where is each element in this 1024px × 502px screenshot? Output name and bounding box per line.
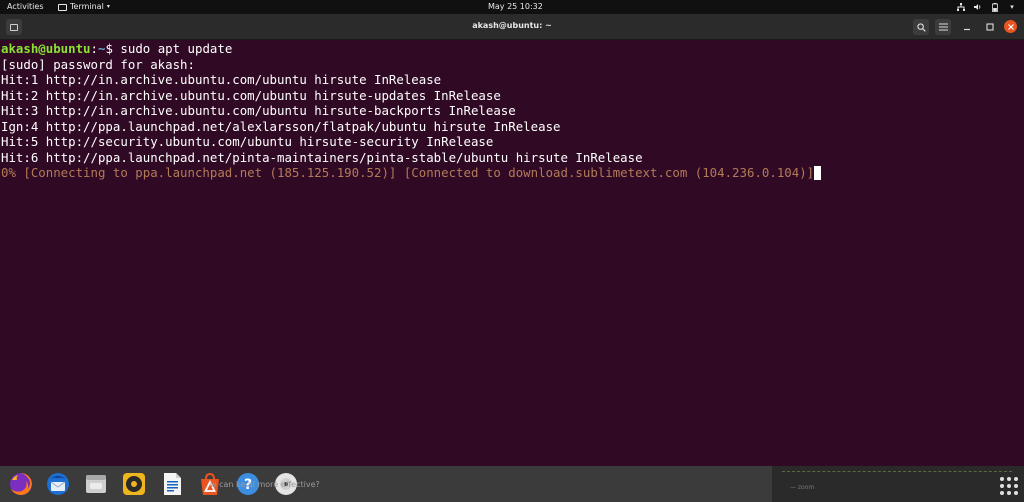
minimize-button[interactable] — [959, 19, 975, 35]
output-line: Ign:4 http://ppa.launchpad.net/alexlarss… — [1, 118, 561, 134]
libreoffice-writer-icon[interactable] — [159, 471, 185, 497]
grid-dot — [1014, 477, 1018, 481]
close-button[interactable] — [1004, 20, 1017, 33]
dock-preview-area: — zoom — [772, 466, 1024, 502]
show-applications-button[interactable] — [996, 473, 1018, 495]
files-icon[interactable] — [83, 471, 109, 497]
window-title: akash@ubuntu: ~ — [472, 21, 552, 30]
minimize-icon — [964, 28, 970, 31]
search-icon — [916, 22, 926, 32]
output-line: Hit:6 http://ppa.launchpad.net/pinta-mai… — [1, 149, 643, 165]
search-button[interactable] — [913, 19, 929, 35]
thunderbird-icon[interactable] — [45, 471, 71, 497]
clock[interactable]: May 25 10:32 — [488, 2, 543, 12]
close-icon — [1007, 23, 1014, 30]
hamburger-icon — [938, 23, 948, 31]
rhythmbox-icon[interactable] — [121, 471, 147, 497]
output-line: [sudo] password for akash: — [1, 56, 195, 72]
network-icon[interactable] — [957, 3, 965, 11]
prompt-user-host: akash@ubuntu — [1, 41, 91, 56]
maximize-button[interactable] — [982, 19, 998, 35]
app-menu-label: Terminal — [70, 2, 104, 11]
grid-dot — [1000, 477, 1004, 481]
output-line: Hit:2 http://in.archive.ubuntu.com/ubunt… — [1, 87, 501, 103]
dock: ? w can ke al more effective? — zoom — [0, 466, 1024, 502]
chevron-down-icon: ▾ — [106, 3, 110, 10]
maximize-icon — [986, 23, 994, 31]
grid-dot — [1007, 477, 1011, 481]
prompt-separator: : — [90, 41, 98, 56]
volume-icon[interactable] — [974, 3, 982, 11]
terminal-icon — [58, 3, 67, 11]
prompt-command: sudo apt update — [112, 41, 233, 56]
top-bar: Activities Terminal ▾ May 25 10:32 ▾ — [0, 0, 1024, 14]
prompt-line: akash@ubuntu:~$ sudo apt update — [1, 41, 1024, 57]
battery-icon[interactable] — [991, 2, 999, 12]
firefox-icon[interactable] — [8, 471, 34, 497]
output-line: Hit:3 http://in.archive.ubuntu.com/ubunt… — [1, 103, 516, 118]
system-menu-chevron-icon[interactable]: ▾ — [1008, 3, 1016, 11]
output-line: Hit:1 http://in.archive.ubuntu.com/ubunt… — [1, 72, 442, 87]
grid-dot — [1000, 484, 1004, 488]
hamburger-menu-button[interactable] — [935, 19, 951, 35]
preview-divider — [782, 471, 1012, 472]
progress-text: 0% [Connecting to ppa.launchpad.net (185… — [1, 165, 815, 180]
activities-button[interactable]: Activities — [7, 2, 44, 12]
grid-dot — [1014, 491, 1018, 495]
text-cursor — [814, 166, 822, 180]
grid-dot — [1007, 491, 1011, 495]
progress-line: 0% [Connecting to ppa.launchpad.net (185… — [1, 165, 1024, 181]
preview-label: — zoom — [790, 484, 815, 491]
grid-dot — [1007, 484, 1011, 488]
prompt-symbol: $ — [105, 41, 113, 56]
app-menu-terminal[interactable]: Terminal ▾ — [58, 2, 110, 12]
dock-caption: w can ke al more effective? — [210, 480, 320, 489]
grid-dot — [1014, 484, 1018, 488]
output-line: Hit:5 http://security.ubuntu.com/ubuntu … — [1, 134, 494, 149]
terminal-output[interactable]: akash@ubuntu:~$ sudo apt update [sudo] p… — [0, 40, 1024, 466]
system-tray[interactable]: ▾ — [957, 2, 1016, 12]
grid-dot — [1000, 491, 1004, 495]
terminal-headerbar: akash@ubuntu: ~ — [0, 14, 1024, 40]
